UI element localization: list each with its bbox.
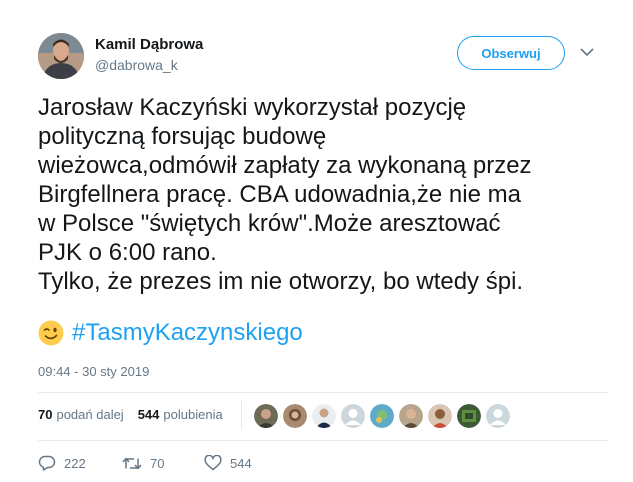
liker-avatar[interactable] bbox=[341, 404, 365, 428]
liker-avatar[interactable] bbox=[399, 404, 423, 428]
liker-avatar[interactable] bbox=[486, 404, 510, 428]
tweet-line: polityczną forsując budowę bbox=[38, 123, 327, 150]
tweet-line: wieżowca,odmówił zapłaty za wykonaną prz… bbox=[38, 152, 532, 179]
hashtag-link[interactable]: #TasmyKaczynskiego bbox=[72, 319, 303, 347]
retweets-stat[interactable]: 70 podań dalej bbox=[38, 407, 124, 422]
likes-stat[interactable]: 544 polubienia bbox=[138, 407, 223, 422]
tweet-line: Jarosław Kaczyński wykorzystał pozycję bbox=[38, 94, 467, 121]
winking-face-icon bbox=[38, 320, 64, 346]
retweet-icon bbox=[122, 457, 142, 469]
liker-avatar[interactable] bbox=[312, 404, 336, 428]
tweet-text: Jarosław Kaczyński wykorzystał pozycję p… bbox=[38, 93, 608, 296]
likes-label: polubienia bbox=[163, 407, 223, 422]
author-handle[interactable]: @dabrowa_k bbox=[95, 57, 178, 73]
tweet-line: Birgfellnera pracę. CBA udowadnia,że nie… bbox=[38, 181, 521, 208]
heart-icon bbox=[204, 455, 222, 471]
liker-avatar[interactable] bbox=[370, 404, 394, 428]
reply-button[interactable]: 222 bbox=[38, 455, 122, 471]
retweet-count: 70 bbox=[150, 455, 165, 471]
liker-avatars bbox=[254, 404, 515, 428]
chevron-down-icon[interactable] bbox=[578, 45, 596, 59]
tweet-line: Tylko, że prezes im nie otworzy, bo wted… bbox=[38, 268, 524, 295]
likes-count: 544 bbox=[137, 407, 160, 422]
liker-avatar[interactable] bbox=[254, 404, 278, 428]
stats-separator bbox=[241, 400, 242, 430]
reply-count: 222 bbox=[64, 455, 86, 471]
like-button[interactable]: 544 bbox=[204, 455, 252, 471]
retweets-label: podań dalej bbox=[56, 407, 124, 422]
tweet-line: PJK o 6:00 rano. bbox=[38, 239, 217, 266]
tweet-timestamp[interactable]: 09:44 - 30 sty 2019 bbox=[38, 364, 149, 379]
tweet-stats: 70 podań dalej 544 polubienia bbox=[38, 407, 237, 422]
divider bbox=[38, 392, 608, 393]
author-name[interactable]: Kamil Dąbrowa bbox=[95, 36, 203, 53]
like-count: 544 bbox=[230, 455, 252, 471]
retweets-count: 70 bbox=[38, 407, 53, 422]
retweet-button[interactable]: 70 bbox=[122, 456, 204, 471]
tweet-line: w Polsce "świętych krów".Może aresztować bbox=[38, 210, 501, 237]
follow-button[interactable]: Obserwuj bbox=[457, 36, 565, 70]
divider bbox=[38, 440, 608, 441]
liker-avatar[interactable] bbox=[457, 404, 481, 428]
action-bar: 222 70 544 bbox=[38, 455, 252, 471]
reply-icon bbox=[38, 455, 56, 471]
hashtag-row: #TasmyKaczynskiego bbox=[38, 317, 303, 349]
liker-avatar[interactable] bbox=[283, 404, 307, 428]
author-avatar[interactable] bbox=[38, 33, 84, 79]
liker-avatar[interactable] bbox=[428, 404, 452, 428]
tweet-card: Kamil Dąbrowa @dabrowa_k Obserwuj Jarosł… bbox=[0, 0, 633, 482]
